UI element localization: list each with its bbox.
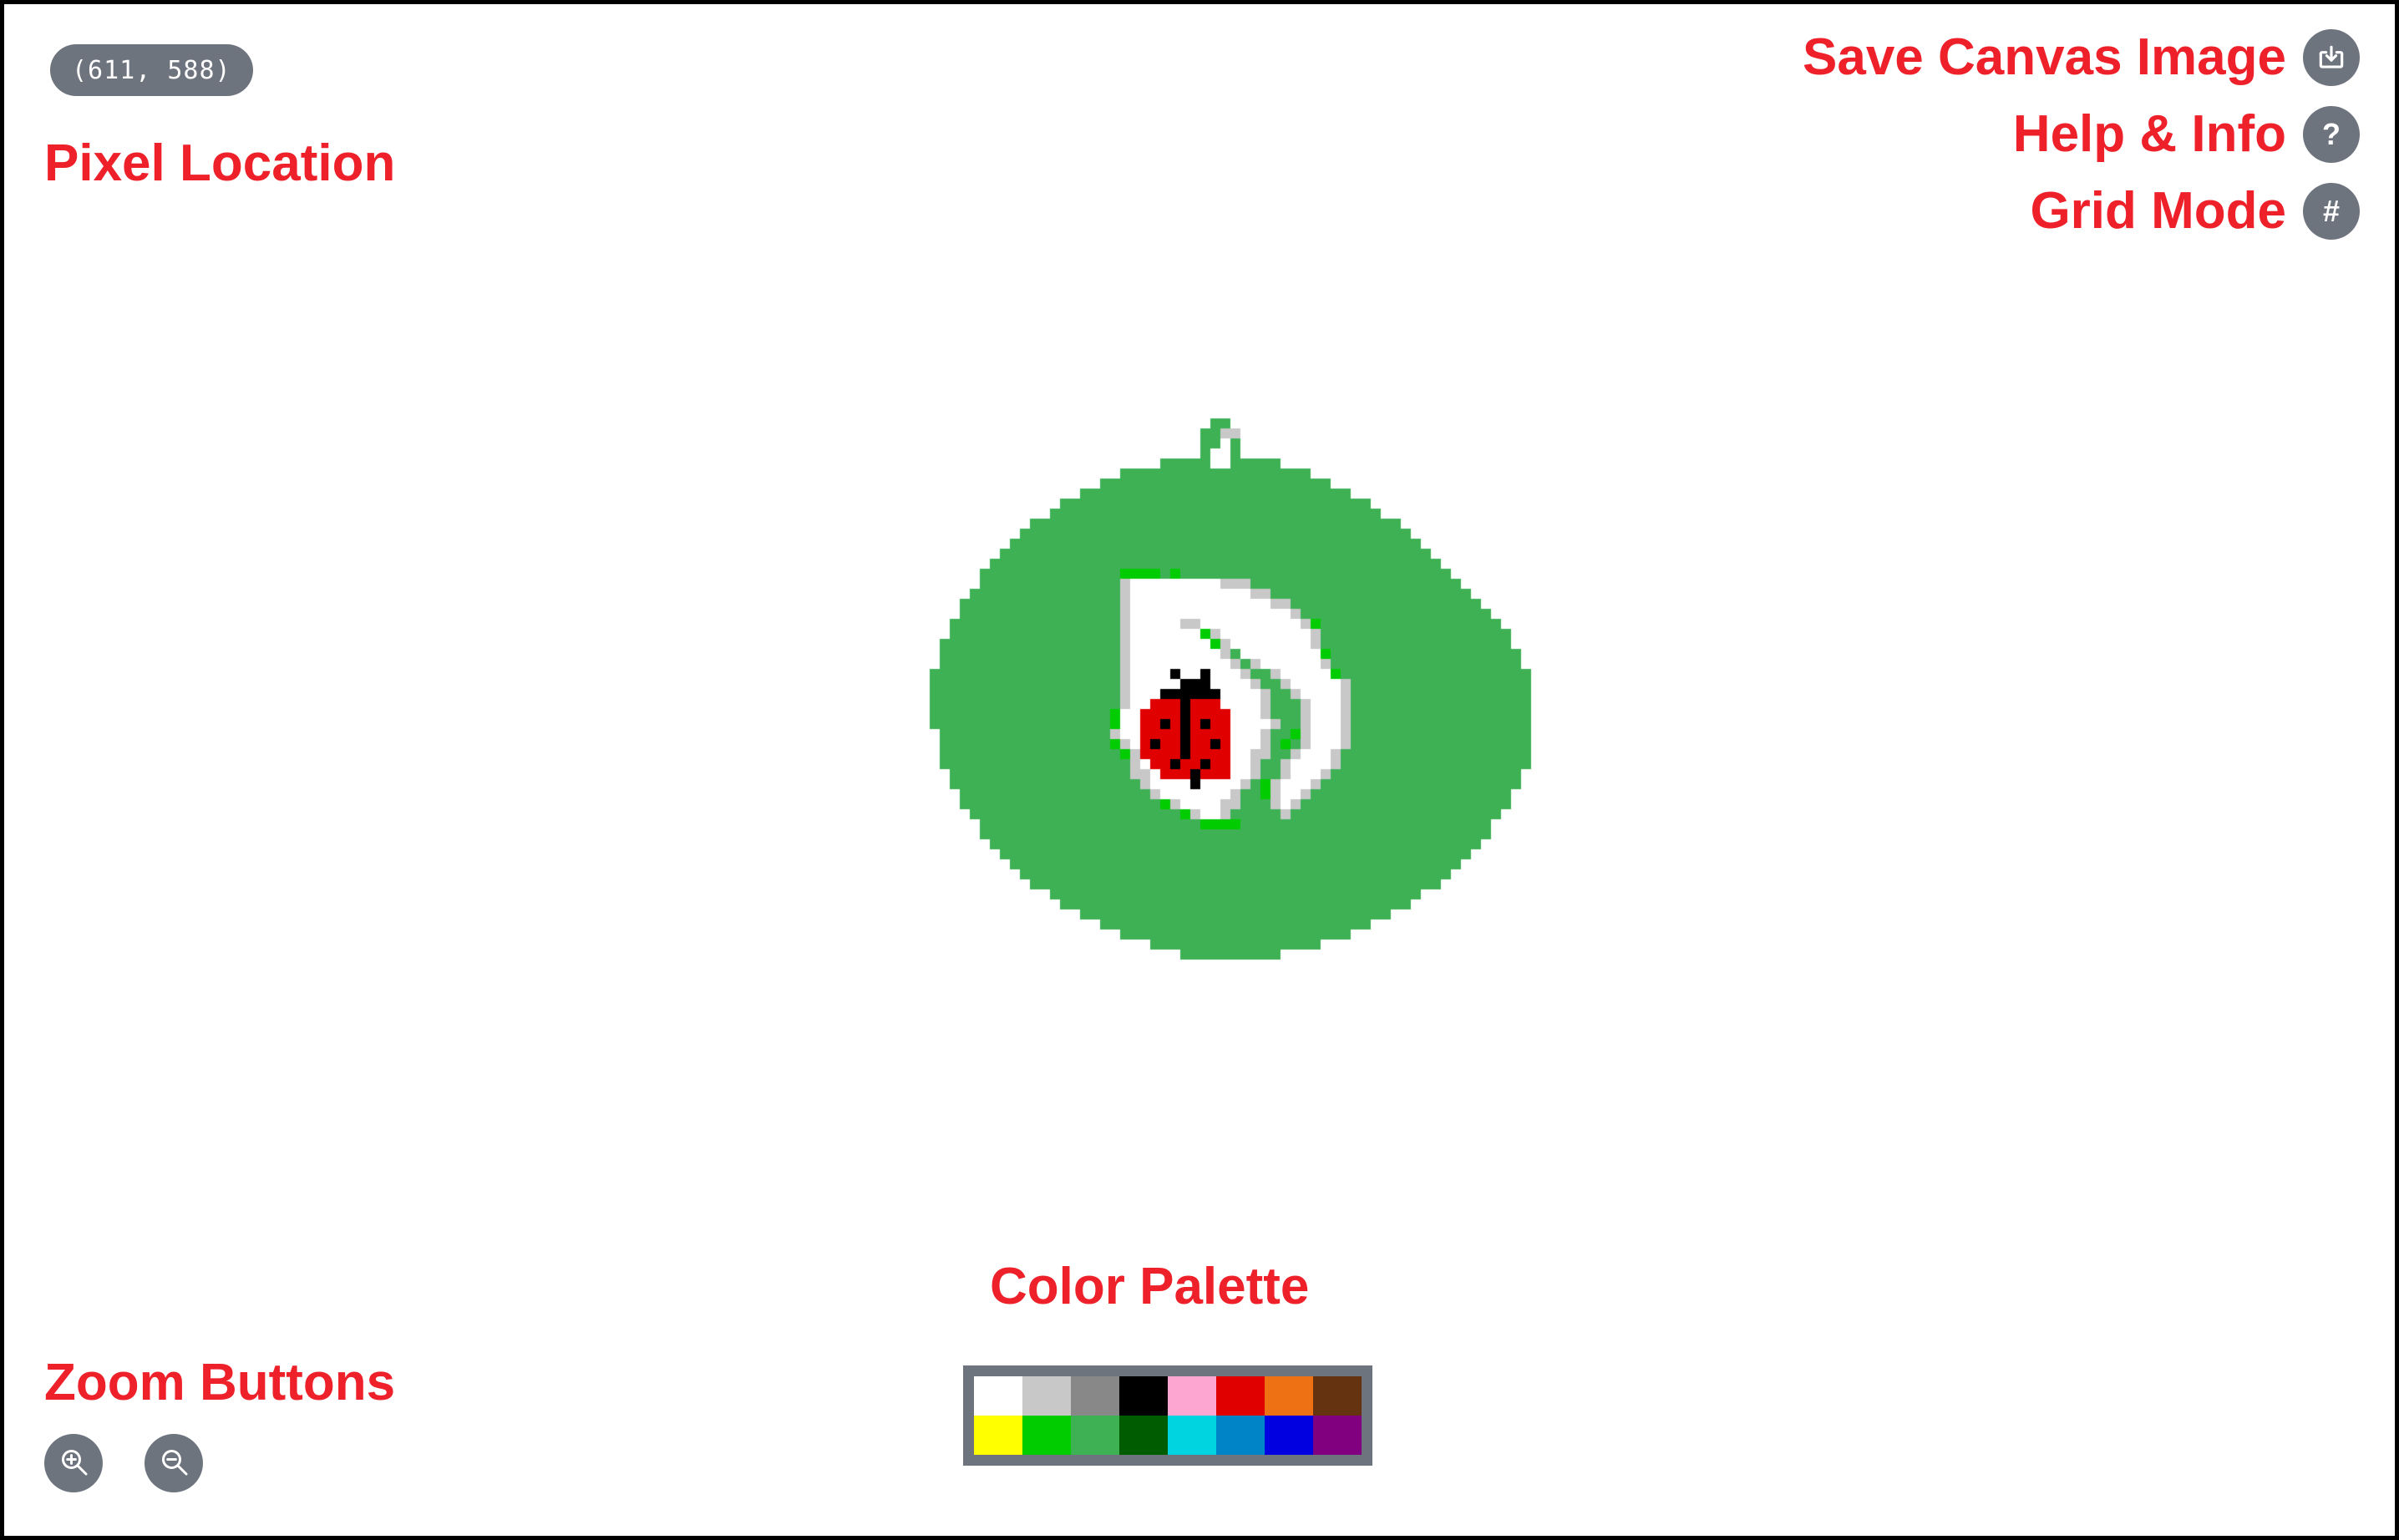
palette-swatch-green[interactable] xyxy=(1022,1416,1071,1455)
save-canvas-image-label: Save Canvas Image xyxy=(1802,28,2286,86)
palette-swatch-cyan[interactable] xyxy=(1168,1416,1216,1455)
save-canvas-image-control[interactable]: Save Canvas Image xyxy=(1803,29,2360,86)
pixel-location-badge: (611, 588) xyxy=(50,44,253,96)
help-info-button[interactable]: ? xyxy=(2303,106,2360,163)
palette-swatch-light-gray[interactable] xyxy=(1022,1376,1071,1416)
palette-swatch-pink[interactable] xyxy=(1168,1376,1216,1416)
pixel-art-surface[interactable] xyxy=(920,378,1541,1000)
palette-swatch-gray[interactable] xyxy=(1071,1376,1119,1416)
zoom-out-button[interactable] xyxy=(145,1434,203,1492)
color-palette-label: Color Palette xyxy=(990,1258,1310,1315)
magnifier-plus-icon xyxy=(57,1445,90,1482)
palette-swatch-orange[interactable] xyxy=(1265,1376,1313,1416)
palette-swatch-purple[interactable] xyxy=(1313,1416,1362,1455)
pixel-location-label: Pixel Location xyxy=(44,134,396,192)
save-canvas-image-button[interactable] xyxy=(2303,29,2360,86)
palette-swatch-red[interactable] xyxy=(1216,1376,1265,1416)
zoom-button-group xyxy=(44,1434,203,1492)
palette-swatch-azure[interactable] xyxy=(1216,1416,1265,1455)
grid-mode-button[interactable]: # xyxy=(2303,183,2360,240)
palette-swatch-blue[interactable] xyxy=(1265,1416,1313,1455)
top-right-controls: Save Canvas Image Help & Info ? Grid Mod… xyxy=(1803,29,2360,240)
palette-swatch-brown[interactable] xyxy=(1313,1376,1362,1416)
zoom-buttons-label: Zoom Buttons xyxy=(44,1354,396,1411)
grid-mode-label: Grid Mode xyxy=(2030,182,2286,240)
palette-swatch-dark-green[interactable] xyxy=(1119,1416,1168,1455)
color-palette-grid[interactable] xyxy=(974,1376,1362,1455)
zoom-in-button[interactable] xyxy=(44,1434,103,1492)
pixel-art-canvas[interactable] xyxy=(920,378,1541,1000)
save-download-icon xyxy=(2315,42,2347,73)
pixel-editor-app: (611, 588) Pixel Location Save Canvas Im… xyxy=(4,4,2395,1536)
color-palette-frame xyxy=(963,1365,1372,1466)
hash-grid-icon: # xyxy=(2322,194,2341,228)
palette-swatch-white[interactable] xyxy=(974,1376,1022,1416)
palette-swatch-medium-green[interactable] xyxy=(1071,1416,1119,1455)
help-info-control[interactable]: Help & Info ? xyxy=(2013,106,2360,163)
palette-swatch-black[interactable] xyxy=(1119,1376,1168,1416)
grid-mode-control[interactable]: Grid Mode # xyxy=(2030,183,2360,240)
pixel-location-value: (611, 588) xyxy=(72,55,231,85)
magnifier-minus-icon xyxy=(157,1445,190,1482)
question-mark-icon: ? xyxy=(2322,117,2341,151)
help-info-label: Help & Info xyxy=(2012,105,2286,163)
palette-swatch-yellow[interactable] xyxy=(974,1416,1022,1455)
